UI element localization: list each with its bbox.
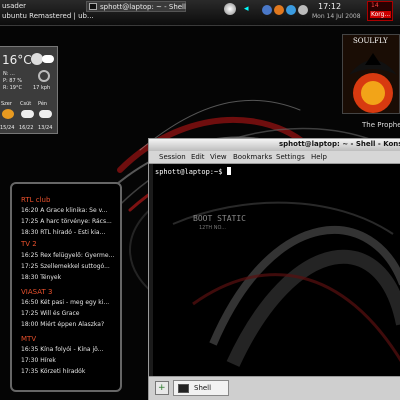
show-row[interactable]: 16:25 Rex felügyelő: Gyerme... [21,252,119,259]
channel-name: TV 2 [21,240,37,248]
terminal-area[interactable]: BOOT STATIC 12TH NO... sphott@laptop:~$ [153,164,400,376]
tv-guide-widget[interactable]: RTL club 16:20 A Grace klinika: Se v... … [10,182,122,392]
tab-shell[interactable]: Shell [173,380,229,396]
arrow-icon[interactable]: ◂ [244,4,249,14]
album-title: SOULFLY [353,37,388,45]
show-row[interactable]: 16:50 Két pasi - meg egy ki... [21,299,119,306]
forecast-day-1: Szer [1,101,12,107]
show-row[interactable]: 18:00 Miért éppen Alaszka? [21,321,119,328]
forecast-value-1: 15/24 [0,125,15,131]
show-row[interactable]: 17:25 A harc törvénye: Rács... [21,218,119,225]
chat-icon[interactable] [286,5,296,15]
show-row[interactable]: 16:20 A Grace klinika: Se v... [21,207,119,214]
forecast-value-3: 13/24 [38,125,53,131]
weather-temperature: 16°C [2,53,32,67]
clock-date: Mon 14 Jul 2008 [312,13,361,20]
show-row[interactable]: 17:25 Will és Grace [21,310,119,317]
wallpaper-text-1: BOOT STATIC [193,214,246,223]
menu-bar: Session Edit View Bookmarks Settings Hel… [149,151,400,164]
show-row[interactable]: 17:25 Szellemekkel suttogó... [21,263,119,270]
album-caption: The Prophe... [362,121,400,129]
top-panel: usader ubuntu Remastered | ub... sphott@… [0,0,400,26]
weather-line-1: N: ... [3,71,15,77]
weather-line-3: R: 19°C [3,85,22,91]
weather-wind: 17 kph [33,85,51,91]
taskbar-item[interactable]: sphott@laptop: ~ - Shell [86,1,186,12]
cloud-icon [21,110,34,118]
active-window-title: ubuntu Remastered | ub... [2,12,94,20]
tab-label: Shell [194,384,212,392]
terminal-icon [178,384,189,393]
album-cover[interactable]: SOULFLY [342,34,400,114]
weather-cloud-icon [42,55,54,63]
wallpaper-text-2: 12TH NO... [199,225,227,231]
weather-widget[interactable]: 16°C N: ... P: 87 % R: 19°C 17 kph Szer … [0,46,58,134]
show-row[interactable]: 17:30 Hírek [21,357,119,364]
menu-help[interactable]: Help [311,153,327,161]
channel-name: RTL club [21,196,51,204]
tray-widget[interactable]: 14 Korg... [367,1,393,21]
forecast-day-2: Csüt [20,101,32,107]
forecast-day-3: Pén [38,101,48,107]
forecast-value-2: 16/22 [19,125,34,131]
volume-icon[interactable] [298,5,308,15]
tab-bar: + Shell [149,376,400,400]
menu-settings[interactable]: Settings [276,153,305,161]
window-titlebar[interactable]: sphott@laptop: ~ - Shell - Konsole [149,139,400,151]
tray-number: 14 [371,2,379,9]
new-tab-button[interactable]: + [155,381,169,395]
album-art [343,35,399,113]
terminal-cursor [226,167,231,175]
sun-cloud-icon [2,109,14,119]
menu-bookmarks[interactable]: Bookmarks [233,153,272,161]
menu-edit[interactable]: Edit [191,153,205,161]
terminal-background-art [172,201,400,367]
menu-view[interactable]: View [210,153,227,161]
new-tab-icon: + [158,383,166,393]
wind-icon [38,70,50,82]
show-row[interactable]: 17:35 Körzeti híradók [21,368,119,375]
terminal-icon [89,3,97,10]
firefox-icon[interactable] [274,5,284,15]
channel-name: MTV [21,335,37,343]
tray-label: Korg... [370,11,392,18]
media-icon[interactable] [224,3,236,15]
terminal-prompt: sphott@laptop:~$ [155,167,231,176]
menu-session[interactable]: Session [159,153,186,161]
user-label: usader [2,2,27,10]
show-row[interactable]: 18:30 RTL híradó - Esti kia... [21,229,119,236]
network-icon[interactable] [262,5,272,15]
taskbar-item-label: sphott@laptop: ~ - Shell [100,3,186,11]
show-row[interactable]: 16:35 Kína folyói - Kína jö... [21,346,119,353]
show-row[interactable]: 18:30 Tények [21,274,119,281]
window-title: sphott@laptop: ~ - Shell - Konsole [279,140,400,148]
cloud-icon [39,110,52,118]
weather-line-2: P: 87 % [3,78,22,84]
clock-time[interactable]: 17:12 [318,2,341,11]
channel-name: VIASAT 3 [21,288,53,296]
konsole-window[interactable]: sphott@laptop: ~ - Shell - Konsole Sessi… [148,138,400,400]
